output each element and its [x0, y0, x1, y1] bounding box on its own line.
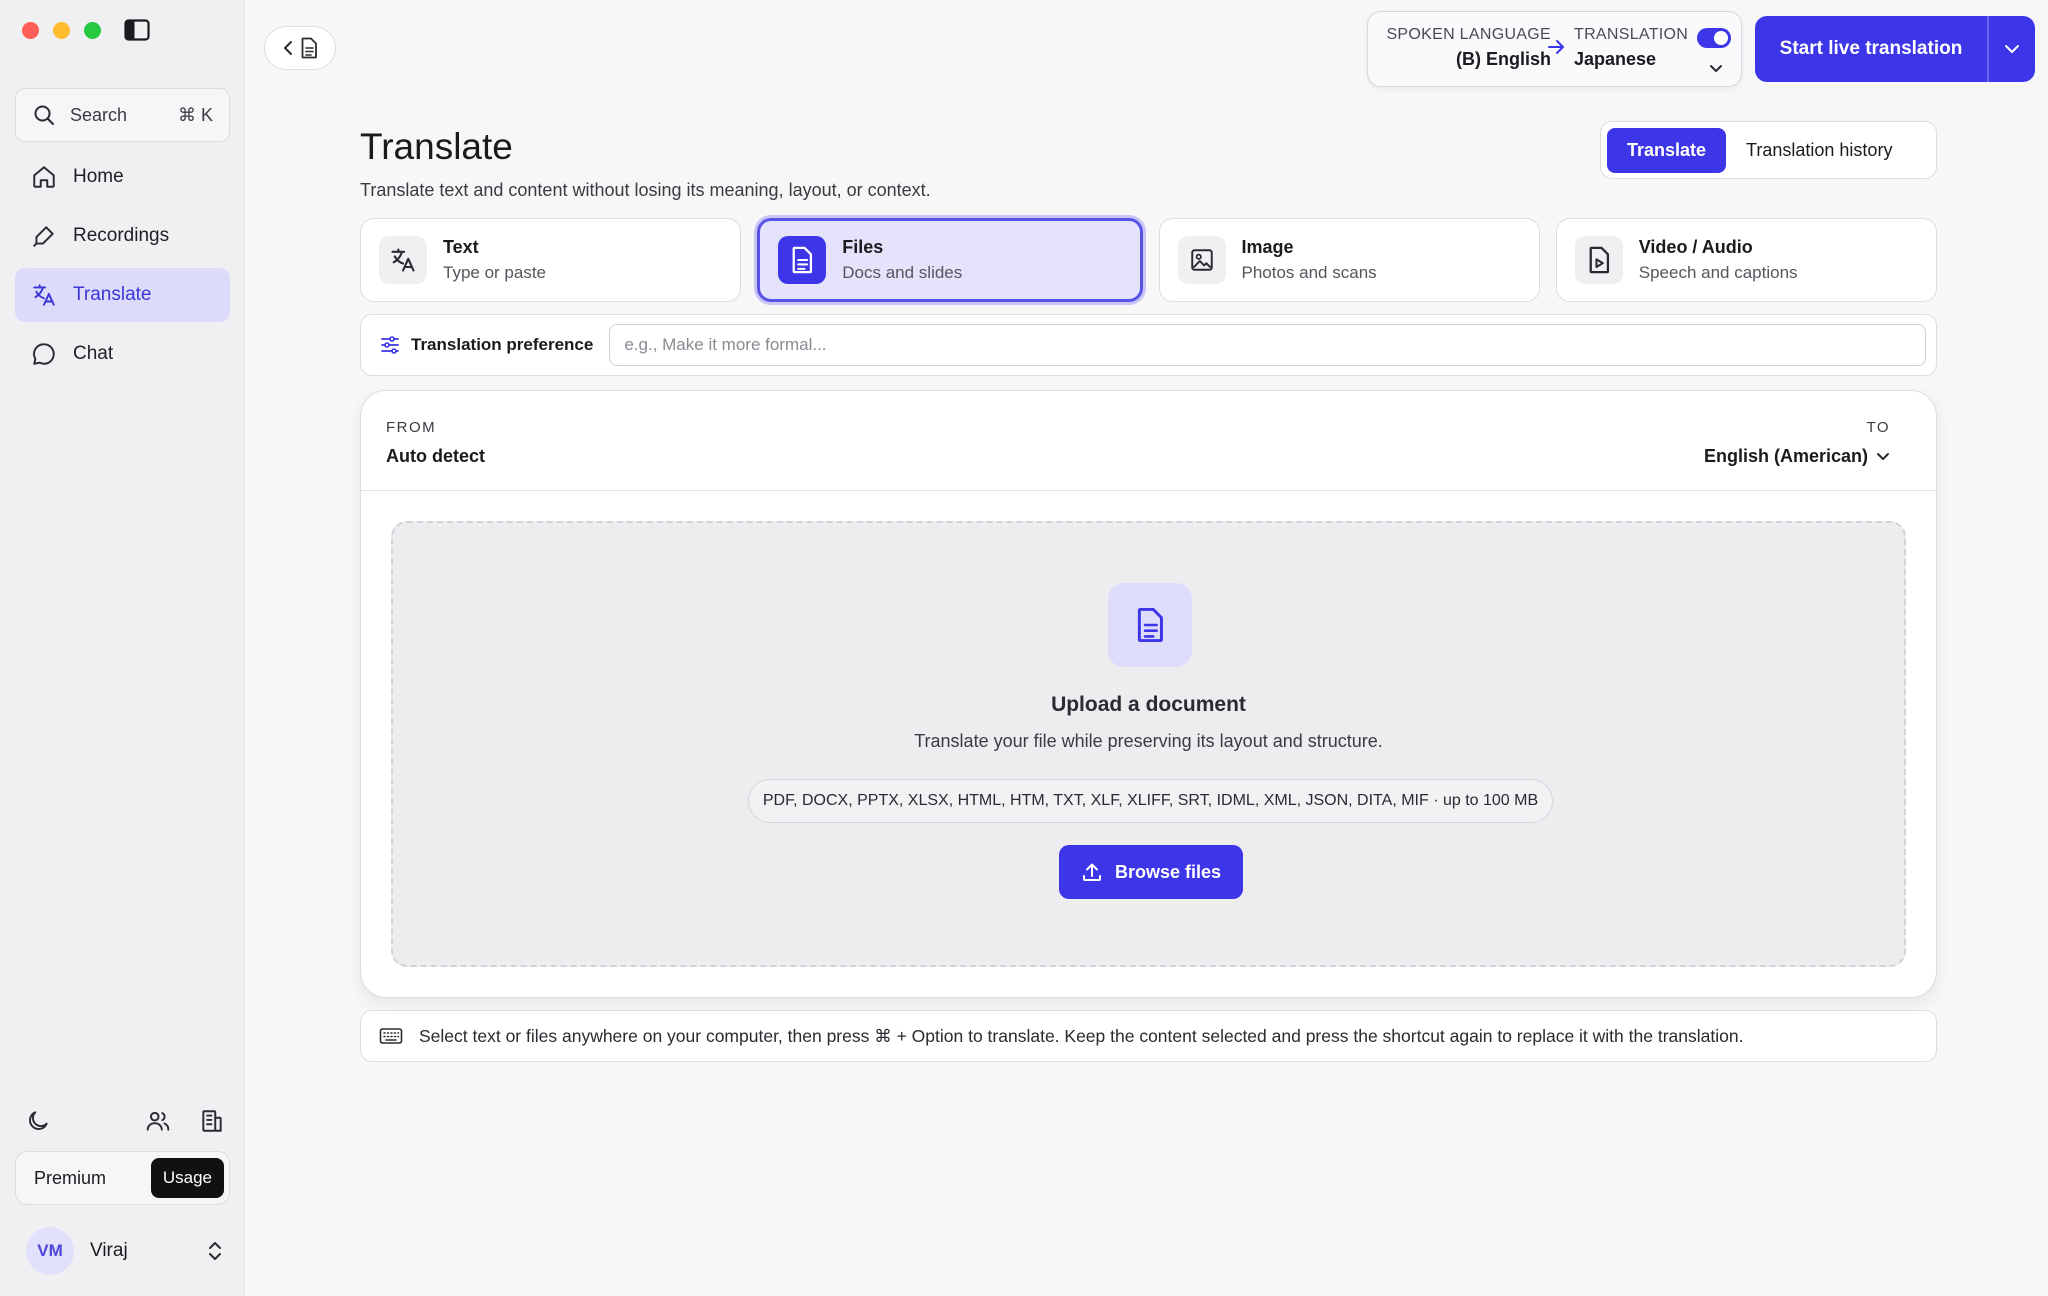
mode-files[interactable]: Files Docs and slides	[757, 218, 1143, 302]
tab-translation-history[interactable]: Translation history	[1732, 128, 1906, 173]
mode-video-audio[interactable]: Video / Audio Speech and captions	[1555, 218, 1937, 302]
translation-card: FROM Auto detect TO English (American) U…	[360, 390, 1937, 998]
arrow-right-icon	[1545, 36, 1567, 58]
page-title: Translate	[360, 126, 513, 167]
search-icon	[32, 103, 56, 127]
home-icon	[31, 164, 57, 190]
to-value: English (American)	[1703, 446, 1868, 466]
user-name: Viraj	[90, 1240, 128, 1261]
video-file-icon	[1574, 236, 1623, 284]
mode-title: Text	[443, 237, 479, 257]
browse-files-button[interactable]: Browse files	[1059, 845, 1243, 899]
chevron-left-icon	[282, 40, 294, 56]
start-live-translation-button[interactable]: Start live translation	[1755, 16, 2035, 82]
chevron-up-down-icon	[206, 1240, 224, 1262]
search-button[interactable]: Search ⌘ K	[15, 88, 230, 142]
sidebar-item-label: Recordings	[73, 225, 170, 246]
sidebar-item-label: Translate	[73, 284, 152, 305]
mode-selector: Text Type or paste Files Docs and slides…	[360, 218, 1937, 302]
shortcut-hint: Select text or files anywhere on your co…	[360, 1010, 1937, 1062]
chat-bubble-icon	[31, 341, 57, 367]
pen-icon	[31, 223, 57, 249]
language-settings-pill[interactable]: SPOKEN LANGUAGE (B) English TRANSLATION …	[1367, 11, 1742, 87]
keyboard-icon	[379, 1026, 403, 1046]
avatar: VM	[26, 1227, 74, 1275]
sidebar-tools	[25, 1108, 225, 1134]
spoken-language-value: (B) English	[1456, 49, 1551, 69]
browse-files-label: Browse files	[1114, 861, 1222, 882]
spoken-language: SPOKEN LANGUAGE (B) English	[1381, 26, 1551, 70]
translation-preference-input[interactable]: e.g., Make it more formal...	[609, 324, 1926, 366]
view-tabs: Translate Translation history	[1600, 121, 1937, 179]
chevron-down-icon	[1876, 452, 1890, 462]
translate-icon	[379, 236, 427, 284]
sidebar-nav: Home Recordings Translate Chat	[15, 150, 230, 386]
mode-subtitle: Speech and captions	[1638, 263, 1798, 282]
from-value: Auto detect	[386, 446, 485, 466]
image-icon	[1177, 236, 1226, 284]
live-options-dropdown[interactable]	[1987, 16, 2035, 82]
team-icon[interactable]	[145, 1108, 171, 1134]
tab-translate[interactable]: Translate	[1607, 127, 1727, 173]
divider	[361, 490, 1936, 491]
file-drop-zone[interactable]: Upload a document Translate your file wh…	[391, 521, 1906, 967]
target-language-select[interactable]: TO English (American)	[1704, 419, 1890, 467]
translation-value: Japanese	[1574, 49, 1657, 69]
sidebar-item-chat[interactable]: Chat	[15, 327, 230, 381]
translation-preference-bar: Translation preference e.g., Make it mor…	[360, 314, 1937, 376]
mode-title: Image	[1241, 237, 1294, 257]
building-icon[interactable]	[199, 1108, 225, 1134]
sidebar: Search ⌘ K Home Recordings Translate Cha…	[0, 0, 245, 1296]
chevron-down-icon[interactable]	[1709, 64, 1723, 74]
moon-icon[interactable]	[25, 1108, 51, 1134]
sidebar-item-home[interactable]: Home	[15, 150, 230, 204]
translation-label: TRANSLATION	[1574, 26, 1689, 43]
sidebar-item-recordings[interactable]: Recordings	[15, 209, 230, 263]
translation-preference-label: Translation preference	[411, 335, 594, 354]
mode-image[interactable]: Image Photos and scans	[1158, 218, 1540, 302]
maximize-window-button[interactable]	[84, 22, 101, 39]
mode-title: Video / Audio	[1638, 237, 1753, 257]
chevron-down-icon	[2004, 44, 2020, 54]
translation-language: TRANSLATION Japanese	[1574, 26, 1688, 70]
mode-title: Files	[842, 237, 884, 257]
document-icon	[778, 236, 827, 284]
sidebar-toggle-icon[interactable]	[124, 19, 150, 41]
source-language[interactable]: FROM Auto detect	[386, 419, 485, 467]
plan-panel: Premium Usage	[15, 1151, 230, 1205]
mode-subtitle: Docs and slides	[842, 263, 963, 282]
search-shortcut: ⌘ K	[177, 104, 213, 125]
mode-subtitle: Type or paste	[443, 263, 547, 282]
sidebar-item-label: Home	[73, 166, 124, 187]
sidebar-item-label: Chat	[73, 343, 114, 364]
document-icon	[300, 37, 318, 59]
from-label: FROM	[386, 419, 437, 436]
usage-button[interactable]: Usage	[150, 1158, 224, 1198]
user-menu[interactable]: VM Viraj	[26, 1227, 224, 1275]
supported-formats: PDF, DOCX, PPTX, XLSX, HTML, HTM, TXT, X…	[748, 779, 1553, 823]
shortcut-hint-text: Select text or files anywhere on your co…	[419, 1025, 1744, 1046]
upload-icon	[1081, 861, 1103, 883]
mode-subtitle: Photos and scans	[1241, 263, 1377, 282]
document-icon	[1108, 583, 1192, 667]
spoken-language-label: SPOKEN LANGUAGE	[1386, 26, 1551, 43]
start-live-translation-label[interactable]: Start live translation	[1755, 16, 1987, 82]
window-controls	[22, 22, 101, 39]
translate-icon	[31, 282, 57, 308]
to-label: TO	[1866, 419, 1890, 436]
close-window-button[interactable]	[22, 22, 39, 39]
plan-name: Premium	[34, 1167, 107, 1188]
translation-toggle[interactable]	[1697, 28, 1731, 48]
sliders-icon	[379, 334, 401, 356]
mode-text[interactable]: Text Type or paste	[360, 218, 742, 302]
upload-title: Upload a document	[1051, 693, 1246, 716]
upload-subtitle: Translate your file while preserving its…	[914, 731, 1383, 751]
minimize-window-button[interactable]	[53, 22, 70, 39]
back-button[interactable]	[264, 26, 336, 70]
search-label: Search	[70, 104, 128, 125]
sidebar-item-translate[interactable]: Translate	[15, 268, 230, 322]
page-subtitle: Translate text and content without losin…	[360, 180, 931, 200]
